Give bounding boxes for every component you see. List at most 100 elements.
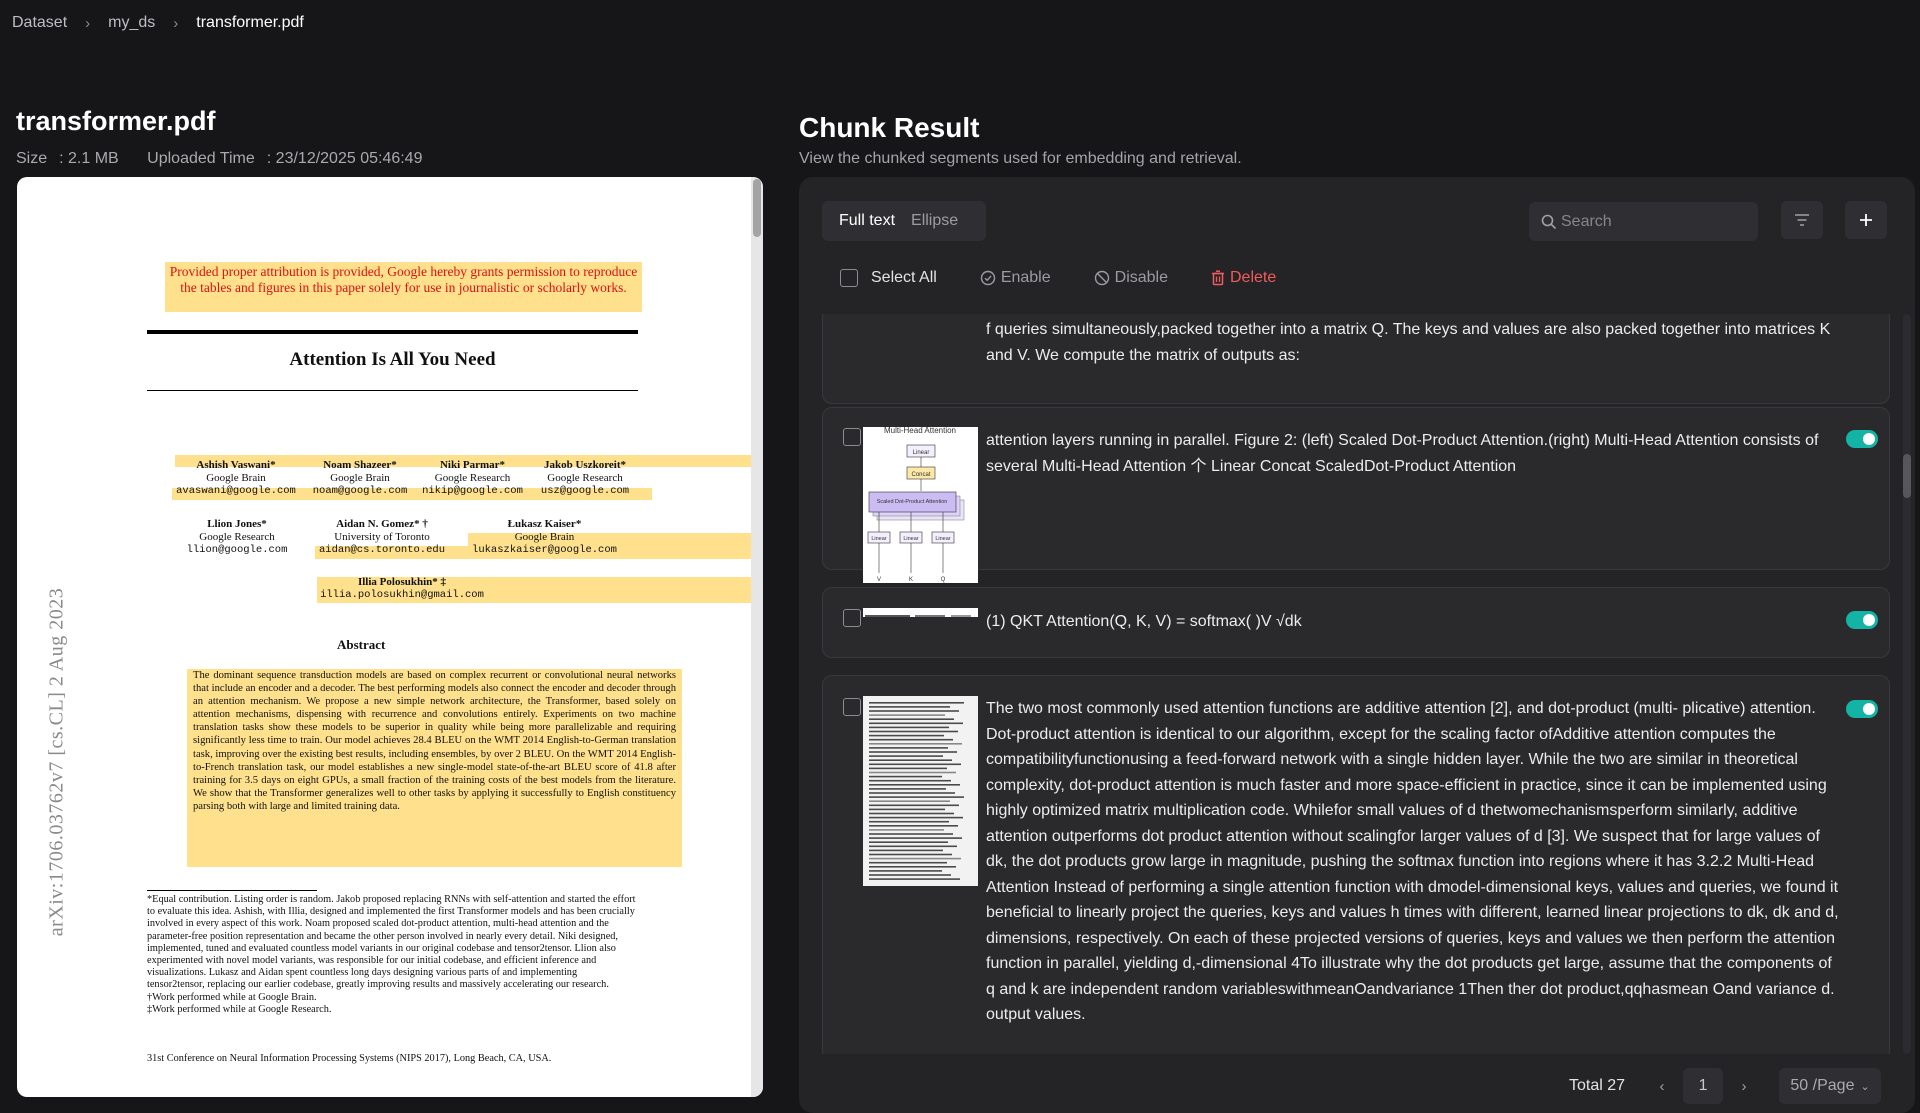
filter-button[interactable] (1781, 201, 1823, 239)
thumbnail-text-line (869, 861, 947, 864)
chunk-list-scroll-thumb[interactable] (1903, 454, 1911, 498)
pdf-footnote: *Equal contribution. Listing order is ra… (147, 894, 636, 1015)
chunk-checkbox[interactable] (843, 698, 861, 716)
check-circle-icon (980, 270, 996, 286)
thumbnail-text-line (869, 763, 961, 766)
chevron-down-icon: ⌄ (1860, 1080, 1870, 1093)
select-all-checkbox[interactable]: Select All (840, 269, 937, 287)
chunk-checkbox[interactable] (843, 609, 861, 627)
pdf-viewer[interactable]: Provided proper attribution is provided,… (17, 177, 763, 1097)
svg-text:Concat: Concat (911, 472, 930, 478)
pdf-footnote-rule (147, 890, 317, 891)
chunk-enable-toggle[interactable] (1846, 430, 1878, 448)
thumbnail-text-line (869, 779, 951, 782)
pdf-author: Llion Jones* Google Research llion@google.… (186, 518, 288, 556)
chunk-image-thumbnail[interactable]: Multi-Head Attention Linear Concat Scale… (863, 427, 978, 583)
svg-text:Multi-Head Attention: Multi-Head Attention (884, 427, 956, 435)
page-number-button[interactable]: 1 (1683, 1068, 1724, 1104)
svg-text:Linear: Linear (871, 536, 886, 542)
pdf-author: Jakob Uszkoreit* Google Research usz@googl… (540, 459, 630, 497)
uploaded-time: 23/12/2025 05:46:49 (275, 150, 423, 167)
thumbnail-text-line (869, 866, 956, 868)
filter-icon (1795, 214, 1809, 226)
file-size: 2.1 MB (68, 150, 119, 167)
svg-text:Q: Q (941, 577, 946, 583)
pdf-author: Ashish Vaswani* Google Brain avaswani@goog… (176, 459, 296, 497)
pdf-scrollbar[interactable] (751, 177, 763, 1097)
total-count: Total 27 (1569, 1077, 1626, 1094)
thumbnail-text-line (869, 755, 943, 757)
search-icon (1541, 214, 1557, 229)
chunk-enable-toggle[interactable] (1846, 700, 1878, 718)
thumbnail-text-line (869, 788, 946, 790)
tab-full-text[interactable]: Full text (839, 212, 895, 230)
search-input[interactable] (1561, 212, 1741, 231)
trash-icon (1212, 270, 1224, 286)
svg-text:Scaled Dot-Product Attention: Scaled Dot-Product Attention (877, 499, 948, 505)
thumbnail-text-line (869, 849, 943, 852)
thumbnail-text-line (869, 771, 956, 774)
size-label: Size (16, 150, 48, 167)
pdf-paper-title: Attention Is All You Need (289, 349, 496, 370)
thumbnail-text-line (869, 878, 960, 880)
thumbnail-text-line (869, 722, 963, 725)
prev-page-icon[interactable]: ‹ (1647, 1078, 1677, 1095)
chunk-card[interactable]: (1) QKT Attention(Q, K, V) = softmax( )V… (822, 587, 1890, 658)
thumbnail-text-line (869, 816, 963, 819)
chunk-panel: Full text Ellipse Select All Enable Disa… (799, 177, 1915, 1113)
thumbnail-text-line (869, 870, 942, 872)
thumbnail-text-line (869, 808, 945, 811)
page-size-select[interactable]: 50 /Page ⌄ (1779, 1068, 1882, 1104)
pdf-arxiv-stamp: arXiv:1706.03762v7 [cs.CL] 2 Aug 2023 (45, 587, 68, 937)
thumbnail-text-line (869, 800, 950, 802)
pagination: Total 27 ‹ 1 › 50 /Page ⌄ (1569, 1067, 1882, 1105)
chunk-card[interactable]: Multi-Head Attention Linear Concat Scale… (822, 407, 1890, 583)
thumbnail-text-line (869, 829, 944, 831)
chunk-image-thumbnail[interactable] (863, 696, 978, 886)
breadcrumb-my-ds[interactable]: my_ds (108, 14, 155, 32)
thumbnail-text-line (869, 857, 961, 860)
chunk-image-thumbnail[interactable] (863, 608, 978, 617)
search-box[interactable] (1529, 202, 1758, 241)
multi-head-attention-figure: Multi-Head Attention Linear Concat Scale… (867, 427, 965, 583)
chunk-enable-toggle[interactable] (1846, 611, 1878, 629)
breadcrumb: Dataset › my_ds › transformer.pdf (12, 14, 304, 32)
svg-text:K: K (909, 577, 913, 583)
chunk-result-subtitle: View the chunked segments used for embed… (799, 150, 1242, 167)
checkbox[interactable] (840, 269, 858, 287)
thumbnail-text-line (869, 775, 942, 778)
add-chunk-button[interactable] (1845, 201, 1887, 239)
thumbnail-text-line (869, 804, 959, 807)
chunk-text[interactable]: attention layers running in parallel. Fi… (986, 428, 1841, 479)
thumbnail-text-line (869, 734, 944, 737)
chunk-card[interactable]: The two most commonly used attention fun… (822, 675, 1890, 1054)
disable-button[interactable]: Disable (1094, 269, 1168, 287)
chunk-card[interactable]: f queries simultaneously,packed together… (822, 314, 1890, 404)
chunk-result-title: Chunk Result (799, 112, 980, 143)
pdf-scroll-thumb[interactable] (753, 179, 761, 237)
chunk-text[interactable]: (1) QKT Attention(Q, K, V) = softmax( )V… (986, 609, 1841, 635)
next-page-icon[interactable]: › (1729, 1078, 1759, 1095)
chunk-text[interactable]: f queries simultaneously,packed together… (986, 317, 1841, 368)
svg-text:Linear: Linear (935, 536, 950, 542)
thumbnail-text-line (869, 833, 953, 835)
document-meta: Size: 2.1 MB Uploaded Time: 23/12/2025 0… (16, 150, 423, 167)
svg-text:V: V (877, 577, 881, 583)
chunk-checkbox[interactable] (843, 428, 861, 446)
chunk-text[interactable]: The two most commonly used attention fun… (986, 696, 1841, 1028)
enable-button[interactable]: Enable (980, 269, 1051, 287)
thumbnail-text-line (869, 706, 950, 708)
pdf-author: Illia Polosukhin* ‡ illia.polosukhin@gmai… (320, 576, 484, 601)
delete-button[interactable]: Delete (1211, 269, 1276, 287)
breadcrumb-dataset[interactable]: Dataset (12, 14, 67, 32)
thumbnail-text-line (869, 743, 962, 745)
document-title: transformer.pdf (16, 106, 216, 136)
thumbnail-text-line (869, 837, 962, 839)
pdf-author: Noam Shazeer* Google Brain noam@google.com (312, 459, 408, 497)
ban-icon (1094, 270, 1109, 286)
uploaded-label: Uploaded Time (147, 150, 255, 167)
chunk-list[interactable]: f queries simultaneously,packed together… (799, 314, 1901, 1054)
tab-ellipse[interactable]: Ellipse (911, 212, 958, 230)
thumbnail-text-line (869, 767, 947, 770)
chunk-list-scrollbar[interactable] (1903, 314, 1911, 1054)
